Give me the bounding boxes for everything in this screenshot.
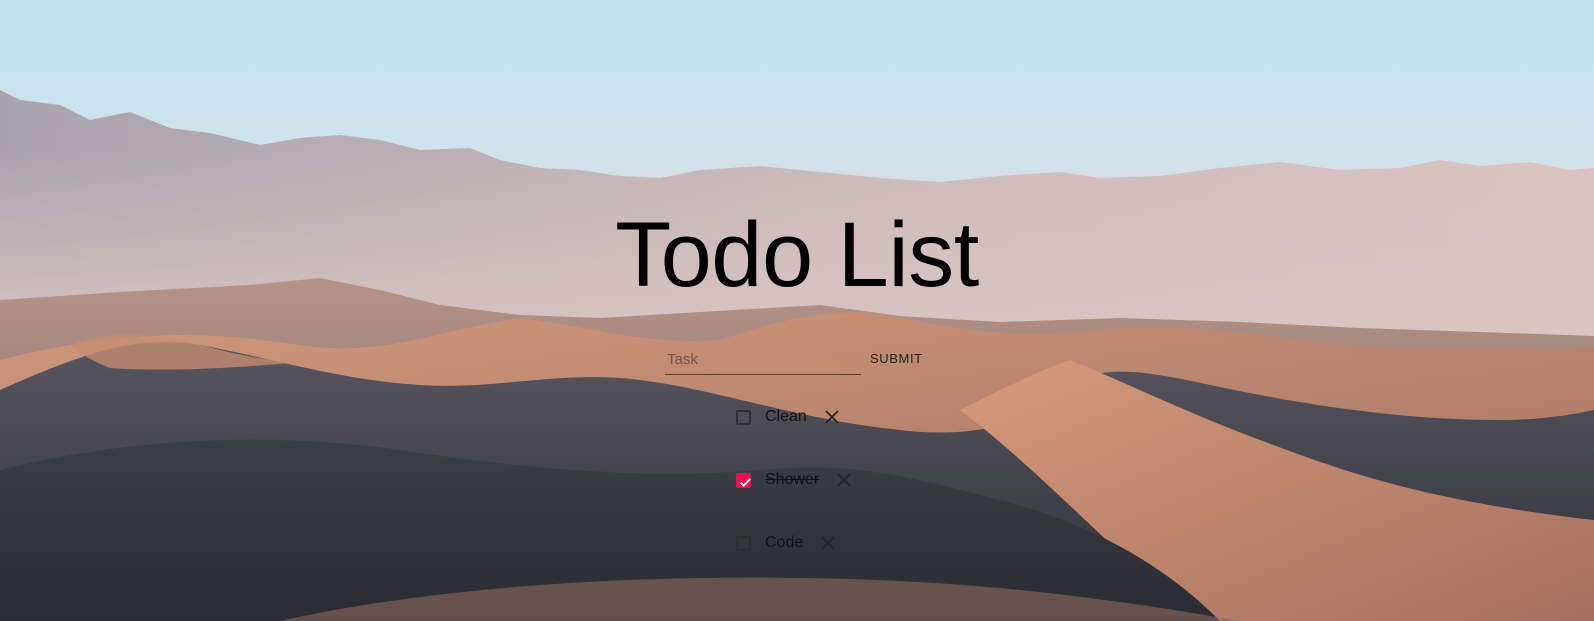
checkmark-icon xyxy=(739,477,751,487)
submit-button[interactable]: SUBMIT xyxy=(862,343,931,373)
task-input[interactable] xyxy=(665,345,861,375)
todo-checkbox[interactable] xyxy=(736,472,751,488)
todo-item-clean: Clean xyxy=(736,404,839,430)
todo-item-shower: Shower xyxy=(736,467,851,493)
todo-item-code: Code xyxy=(736,530,835,556)
todo-label: Shower xyxy=(765,471,820,488)
todo-label: Code xyxy=(765,534,804,551)
todo-checkbox[interactable] xyxy=(736,409,751,425)
page-title: Todo List xyxy=(615,204,979,306)
close-icon[interactable] xyxy=(837,473,851,487)
todo-checkbox[interactable] xyxy=(736,535,751,551)
close-icon[interactable] xyxy=(825,410,839,424)
todo-app: Todo List SUBMIT Clean Shower Code xyxy=(0,0,1594,621)
todo-label: Clean xyxy=(765,408,807,425)
close-icon[interactable] xyxy=(821,536,835,550)
